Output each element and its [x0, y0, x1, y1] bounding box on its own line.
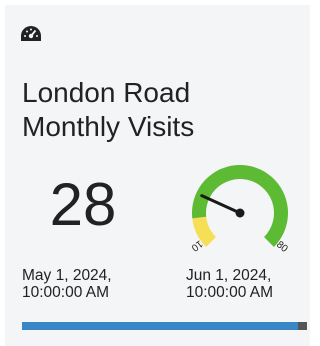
widget-title: London Road Monthly Visits	[22, 76, 194, 144]
time-range-progress-bar	[22, 322, 307, 330]
time-range-progress-fill	[22, 322, 299, 330]
widget-title-line-2: Monthly Visits	[22, 111, 195, 142]
dashboard-gauge-icon	[21, 26, 41, 41]
metric-value: 28	[49, 171, 117, 238]
gauge-needle	[200, 194, 242, 215]
gauge-chart: 10 80	[189, 165, 290, 255]
start-date: May 1, 2024, 10:00:00 AM	[22, 267, 112, 301]
end-date: Jun 1, 2024, 10:00:00 AM	[186, 267, 274, 301]
widget-title-line-1: London Road	[22, 77, 191, 108]
gauge-hub	[235, 208, 245, 218]
